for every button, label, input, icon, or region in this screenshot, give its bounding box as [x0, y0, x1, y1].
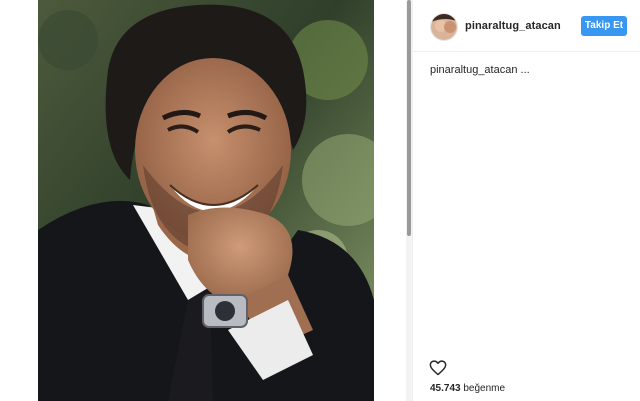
post-header: pinaraltug_atacan Takip Et: [413, 0, 640, 52]
likes-label: beğenme: [463, 383, 506, 394]
heart-outline-icon[interactable]: [429, 360, 447, 376]
follow-button[interactable]: Takip Et: [581, 16, 627, 36]
post-sidebar: pinaraltug_atacan Takip Et pinaraltug_at…: [412, 0, 640, 401]
likes-count[interactable]: 45.743 beğenme: [430, 383, 505, 394]
post-actions: 45.743 beğenme: [413, 356, 640, 401]
photo-image: [38, 0, 374, 401]
post-caption: pinaraltug_atacan ...: [430, 64, 530, 76]
likes-number: 45.743: [430, 383, 461, 394]
scrollbar-thumb[interactable]: [407, 0, 411, 236]
post-media: [0, 0, 412, 401]
avatar-image: [431, 14, 457, 40]
post-photo[interactable]: [38, 0, 374, 401]
instagram-post: pinaraltug_atacan Takip Et pinaraltug_at…: [0, 0, 640, 401]
username-link[interactable]: pinaraltug_atacan: [465, 20, 561, 32]
avatar[interactable]: [430, 13, 458, 41]
